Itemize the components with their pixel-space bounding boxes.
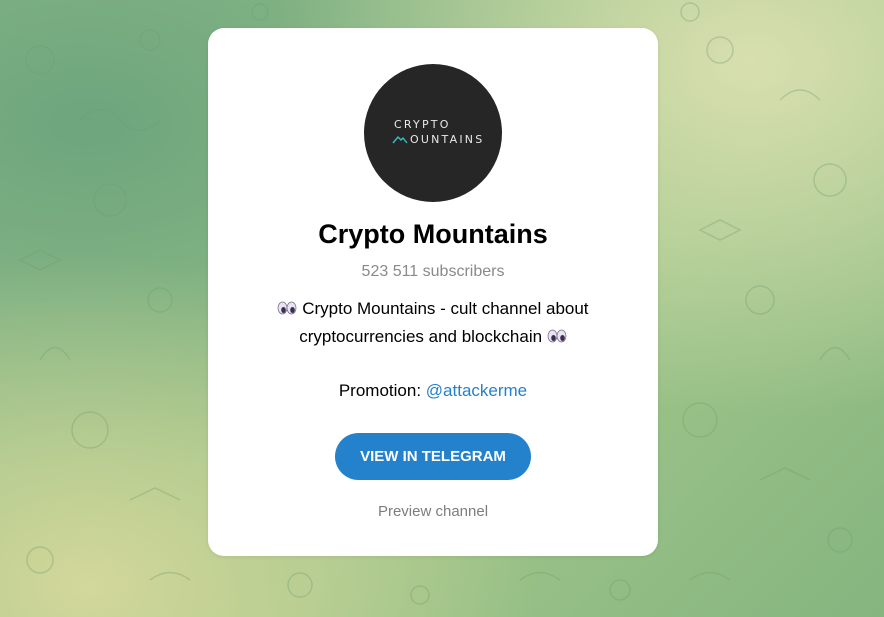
- channel-description: Crypto Mountains - cult channel about cr…: [238, 295, 628, 351]
- description-text-2: cryptocurrencies and blockchain: [299, 327, 543, 346]
- eyes-emoji-icon: [278, 301, 297, 315]
- avatar-text-line1: CRYPTO: [394, 118, 451, 131]
- promotion-line: Promotion: @attackerme: [208, 381, 658, 401]
- channel-card: CRYPTO OUNTAINS Crypto Mountains 523 511…: [208, 28, 658, 556]
- channel-title: Crypto Mountains: [318, 219, 548, 249]
- mountain-logo-icon: [392, 135, 408, 144]
- preview-channel-link[interactable]: Preview channel: [208, 503, 658, 520]
- avatar-text-line2: OUNTAINS: [410, 133, 485, 146]
- promotion-label: Promotion:: [338, 381, 422, 400]
- promotion-link[interactable]: @attackerme: [426, 381, 527, 400]
- description-text-1: Crypto Mountains - cult channel about: [302, 299, 589, 318]
- eyes-emoji-icon: [547, 329, 567, 343]
- view-in-telegram-button[interactable]: VIEW IN TELEGRAM: [335, 433, 531, 480]
- channel-avatar: CRYPTO OUNTAINS: [364, 64, 502, 202]
- subscriber-count: 523 511 subscribers: [361, 263, 505, 280]
